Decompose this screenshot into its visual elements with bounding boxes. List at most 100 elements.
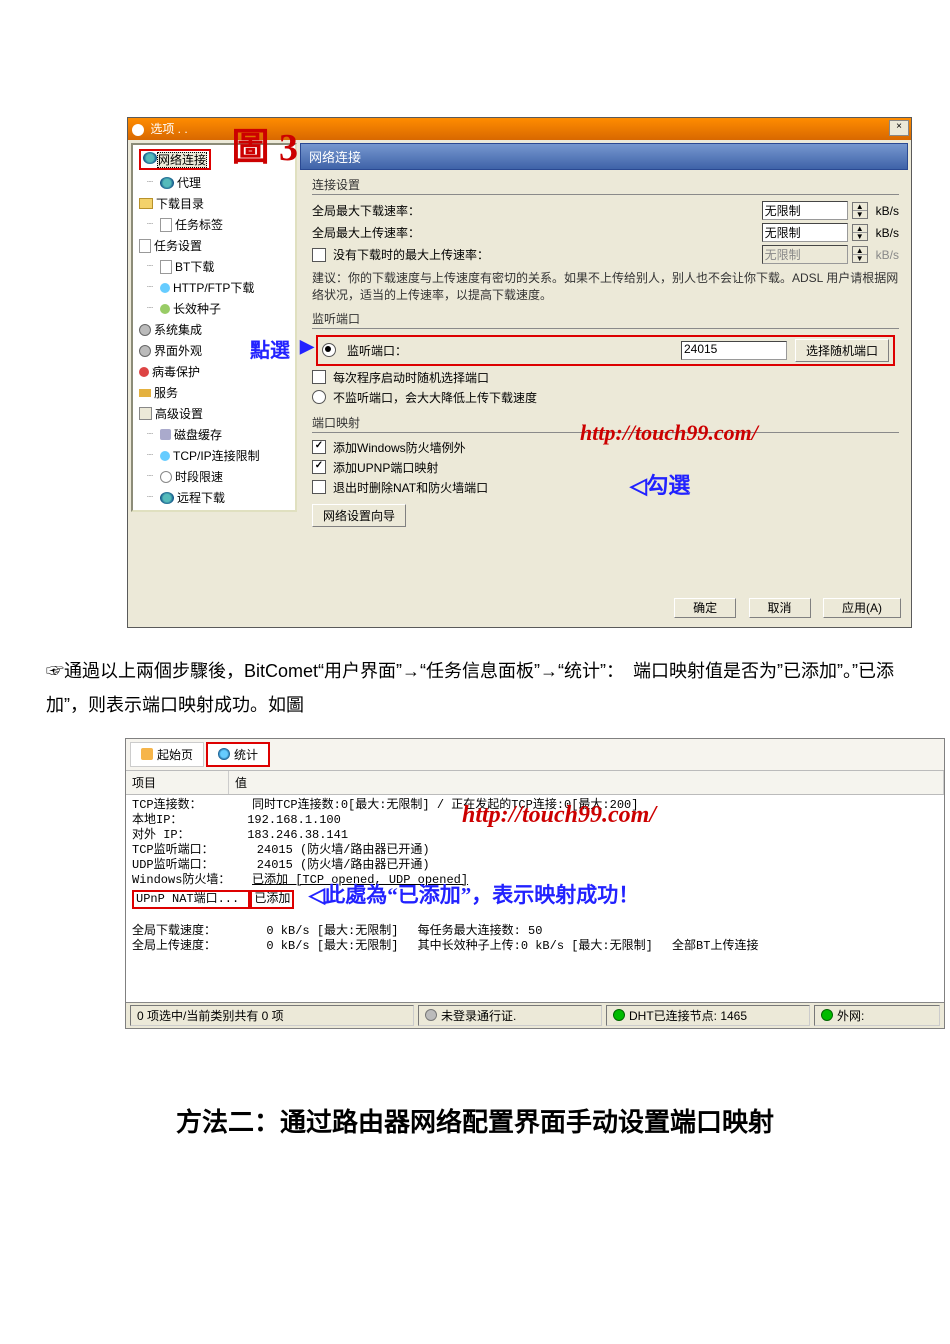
tree-item-label: 代理	[177, 174, 201, 191]
bug-icon	[139, 367, 149, 377]
tree-item-7[interactable]: 长效种子	[133, 298, 295, 319]
upnp-checkbox[interactable]	[312, 460, 326, 474]
unit: kB/s	[876, 204, 899, 218]
stats-icon	[218, 748, 230, 760]
noul-checkbox[interactable]	[312, 248, 326, 262]
unit: kB/s	[876, 226, 899, 240]
ul-rate-spinner[interactable]: ▲▼	[852, 224, 868, 241]
tree-item-label: 时段限速	[175, 468, 223, 485]
tree-item-label: 远程下载	[177, 489, 225, 506]
figure-label: 圖 3	[231, 116, 298, 171]
wizard-button[interactable]: 网络设置向导	[312, 504, 406, 527]
firewall-checkbox[interactable]	[312, 440, 326, 454]
tree-item-11[interactable]: 服务	[133, 382, 295, 403]
ul-rate-input[interactable]: 无限制	[762, 223, 848, 242]
wan-indicator-icon	[821, 1009, 833, 1021]
tree-item-3[interactable]: 任务标签	[133, 214, 295, 235]
listen-row-highlight: 监听端口： 24015 选择随机端口	[316, 335, 895, 366]
heading-method-2: 方法二：通过路由器网络配置界面手动设置端口映射	[70, 1099, 880, 1146]
panel-title: 网络连接	[300, 143, 908, 170]
disk-icon	[160, 429, 171, 440]
nolisten-label: 不监听端口，会大大降低上传下载速度	[333, 389, 537, 406]
net-icon	[160, 451, 170, 461]
random-port-button[interactable]: 选择随机端口	[795, 339, 889, 362]
gear-icon	[139, 324, 151, 336]
tree-item-label: 网络连接	[157, 152, 207, 168]
app-icon	[132, 124, 144, 136]
tree-item-label: 系统集成	[154, 321, 202, 338]
tree-item-label: 下载目录	[156, 195, 204, 212]
doc-icon	[160, 260, 172, 274]
watermark: http://touch99.com/	[580, 420, 758, 446]
stats-window: 起始页 统计 项目 值 TCP连接数： 同时TCP连接数:0[最大:无限制] /…	[125, 738, 945, 1029]
tree-item-12[interactable]: 高级设置	[133, 403, 295, 424]
globe-icon	[160, 177, 174, 189]
delete-checkbox[interactable]	[312, 480, 326, 494]
tree-item-14[interactable]: TCP/IP连接限制	[133, 445, 295, 466]
tree-item-5[interactable]: BT下载	[133, 256, 295, 277]
listen-radio[interactable]	[322, 343, 336, 357]
paragraph-1: ☞通過以上兩個步驟後，BitComet“用户界面”→“任务信息面板”→“统计”：…	[46, 654, 900, 722]
apply-button[interactable]: 应用(A)	[823, 598, 901, 618]
random-start-checkbox[interactable]	[312, 370, 326, 384]
dialog-buttons: 确定 取消 应用(A)	[300, 593, 911, 627]
random-start-label: 每次程序启动时随机选择端口	[333, 369, 489, 386]
noul-spinner[interactable]: ▲▼	[852, 246, 868, 263]
tree-item-13[interactable]: 磁盘缓存	[133, 424, 295, 445]
tree-item-label: 磁盘缓存	[174, 426, 222, 443]
tree-item-label: HTTP/FTP下载	[173, 279, 254, 296]
svc-icon	[139, 389, 151, 397]
doc-icon	[139, 239, 151, 253]
folder-icon	[139, 198, 153, 209]
tree-item-10[interactable]: 病毒保护	[133, 361, 295, 382]
dl-rate-spinner[interactable]: ▲▼	[852, 202, 868, 219]
tree-item-label: BT下载	[175, 258, 214, 275]
tree-item-label: 界面外观	[154, 342, 202, 359]
status-bar: 0 项选中/当前类别共有 0 项 未登录通行证. DHT已连接节点: 1465 …	[126, 1002, 944, 1028]
hint-text: 建议：你的下载速度与上传速度有密切的关系。如果不上传给别人，别人也不会让你下载。…	[312, 270, 899, 304]
nolisten-radio[interactable]	[312, 390, 326, 404]
col-value: 值	[229, 771, 944, 794]
tree-item-label: 服务	[154, 384, 178, 401]
cancel-button[interactable]: 取消	[749, 598, 811, 618]
tree-item-1[interactable]: 代理	[133, 172, 295, 193]
globe-icon	[160, 492, 174, 504]
options-dialog: 选项 . . × 圖 3 點選 ▶ 网络连接代理下载目录任务标签任务设置BT下载…	[127, 117, 912, 628]
clock-icon	[160, 471, 172, 483]
tree-item-label: TCP/IP连接限制	[173, 447, 260, 464]
seed-icon	[160, 304, 170, 314]
col-item: 项目	[126, 771, 229, 794]
tree-item-15[interactable]: 时段限速	[133, 466, 295, 487]
globe-icon	[143, 152, 157, 164]
ok-button[interactable]: 确定	[674, 598, 736, 618]
listen-radio-label: 监听端口：	[347, 342, 407, 359]
tree-item-label: 任务标签	[175, 216, 223, 233]
delete-label: 退出时删除NAT和防火墙端口	[333, 479, 488, 496]
tab-stats[interactable]: 统计	[206, 742, 270, 767]
upnp-label: 添加UPNP端口映射	[333, 459, 438, 476]
ul-rate-label: 全局最大上传速率：	[312, 224, 592, 241]
gear-icon	[139, 345, 151, 357]
dl-rate-label: 全局最大下载速率：	[312, 202, 592, 219]
port-input[interactable]: 24015	[681, 341, 787, 360]
firewall-label: 添加Windows防火墙例外	[333, 439, 466, 456]
noul-input: 无限制	[762, 245, 848, 264]
pass-indicator-icon	[425, 1009, 437, 1021]
close-button[interactable]: ×	[889, 120, 909, 136]
tree-item-label: 高级设置	[155, 405, 203, 422]
tree-item-2[interactable]: 下载目录	[133, 193, 295, 214]
dl-rate-input[interactable]: 无限制	[762, 201, 848, 220]
sb-dht: DHT已连接节点: 1465	[629, 1007, 747, 1024]
tree-item-6[interactable]: HTTP/FTP下载	[133, 277, 295, 298]
watermark: http://touch99.com/	[462, 808, 656, 823]
tree-item-16[interactable]: 远程下载	[133, 487, 295, 508]
options-panel: 网络连接 连接设置 全局最大下载速率： 无限制 ▲▼ kB/s 全局最大上传速率…	[300, 140, 911, 627]
sb-pass: 未登录通行证.	[441, 1007, 516, 1024]
tree-item-4[interactable]: 任务设置	[133, 235, 295, 256]
window-title: 选项 . .	[150, 122, 187, 136]
tree-item-label: 任务设置	[154, 237, 202, 254]
adv-icon	[139, 407, 152, 420]
tab-home[interactable]: 起始页	[130, 742, 204, 767]
nav-tree: 网络连接代理下载目录任务标签任务设置 BT下载 HTTP/FTP下载长效种子系统集成…	[131, 143, 297, 512]
tab-strip: 起始页 统计	[126, 739, 944, 771]
